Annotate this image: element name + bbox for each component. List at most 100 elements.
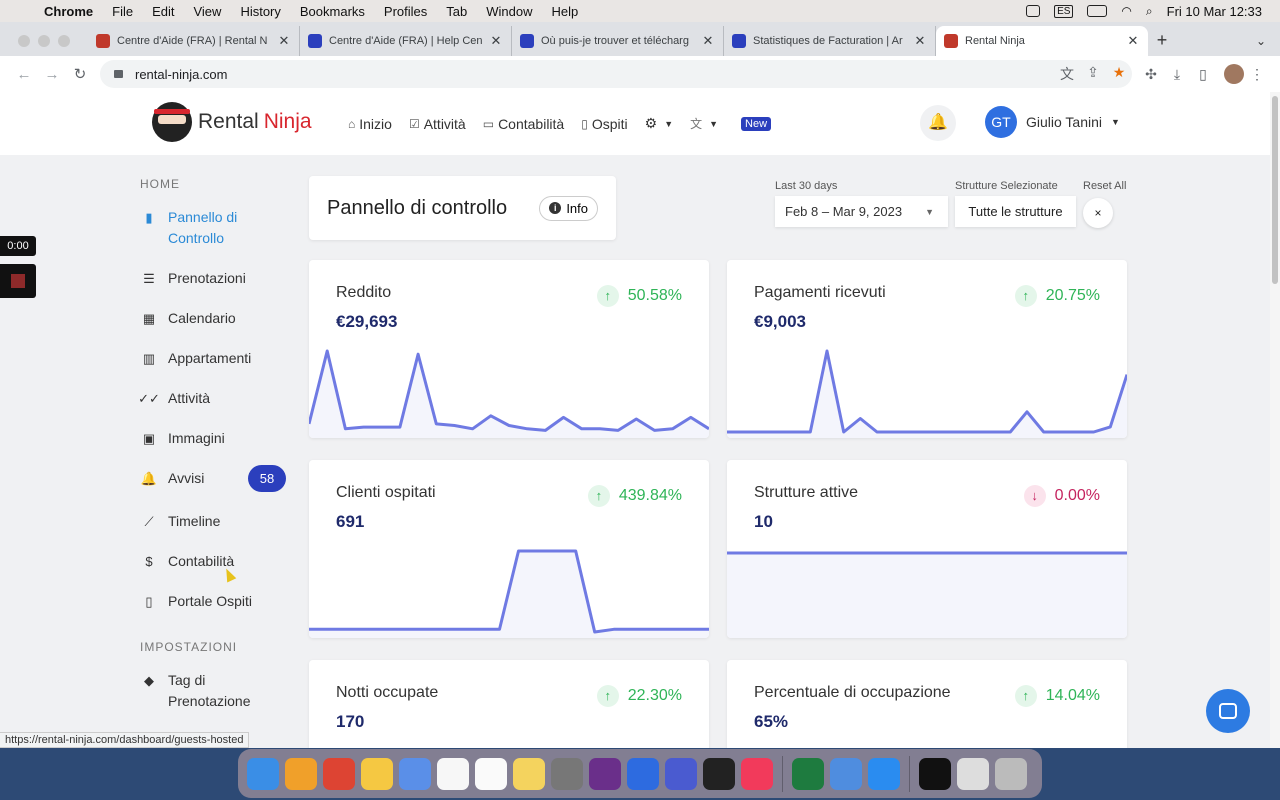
close-tab-icon[interactable]: ✕ bbox=[701, 33, 715, 49]
browser-tab[interactable]: Statistiques de Facturation | Ar ✕ bbox=[724, 26, 936, 56]
info-button[interactable]: i Info bbox=[539, 195, 598, 221]
reset-all-button[interactable]: × bbox=[1083, 198, 1113, 228]
menu-item-bookmarks[interactable]: Bookmarks bbox=[300, 4, 365, 19]
menu-item-file[interactable]: File bbox=[112, 4, 133, 19]
menu-item-help[interactable]: Help bbox=[552, 4, 579, 19]
sidebar-item-calendario[interactable]: ▦ Calendario bbox=[140, 308, 280, 329]
user-menu[interactable]: GT Giulio Tanini ▼ bbox=[985, 106, 1120, 138]
screen-mirror-icon[interactable] bbox=[1026, 5, 1041, 17]
nav-inizio[interactable]: ⌂ Inizio bbox=[348, 116, 392, 132]
browser-tab[interactable]: Rental Ninja ✕ bbox=[936, 26, 1148, 56]
sidebar-item-prenotazioni[interactable]: ☰ Prenotazioni bbox=[140, 268, 280, 289]
side-panel-icon[interactable]: ▯ bbox=[1190, 66, 1216, 83]
dock-app-icon[interactable] bbox=[957, 757, 989, 790]
share-icon[interactable]: ⇪ bbox=[1080, 64, 1106, 84]
reload-icon[interactable]: ↻ bbox=[66, 65, 94, 83]
stat-card-clienti-ospitati[interactable]: Clienti ospitati 691 ↑ 439.84% bbox=[309, 460, 709, 638]
dock-app-icon[interactable] bbox=[830, 757, 862, 790]
downloads-icon[interactable]: ⤓ bbox=[1164, 66, 1190, 83]
close-tab-icon[interactable]: ✕ bbox=[1126, 33, 1140, 49]
notifications-bell-icon[interactable]: 🔔 bbox=[920, 105, 956, 141]
page-scrollbar[interactable] bbox=[1270, 92, 1280, 748]
language-indicator[interactable]: ES bbox=[1054, 4, 1074, 18]
sidebar-item-tag-di-prenotazione[interactable]: ◆ Tag di Prenotazione bbox=[140, 670, 280, 712]
sidebar-item-appartamenti[interactable]: ▥ Appartamenti bbox=[140, 348, 280, 369]
new-tab-button[interactable]: + bbox=[1148, 26, 1176, 56]
dock-app-icon[interactable] bbox=[627, 757, 659, 790]
zoom-window-button[interactable] bbox=[58, 35, 70, 47]
dock-app-icon[interactable] bbox=[285, 757, 317, 790]
dock-app-icon[interactable] bbox=[995, 757, 1027, 790]
lock-icon[interactable] bbox=[114, 70, 123, 78]
date-range-picker[interactable]: Feb 8 – Mar 9, 2023 ▼ bbox=[775, 196, 948, 227]
battery-icon[interactable] bbox=[1087, 5, 1108, 17]
recording-stop-button[interactable] bbox=[0, 264, 36, 298]
stat-card-strutture-attive[interactable]: Strutture attive 10 ↓ 0.00% bbox=[727, 460, 1127, 638]
dock-app-icon[interactable] bbox=[741, 757, 773, 790]
translate-icon[interactable]: 文 bbox=[1054, 64, 1080, 84]
nav-contabilit[interactable]: ▭ Contabilità bbox=[483, 116, 565, 132]
browser-tab[interactable]: Centre d'Aide (FRA) | Rental N ✕ bbox=[88, 26, 300, 56]
dock-app-icon[interactable] bbox=[703, 757, 735, 790]
dock-app-icon[interactable] bbox=[792, 757, 824, 790]
close-tab-icon[interactable]: ✕ bbox=[489, 33, 503, 49]
address-bar-url[interactable]: rental-ninja.com bbox=[135, 67, 228, 82]
new-badge[interactable]: New bbox=[741, 116, 772, 131]
chat-launcher-button[interactable] bbox=[1206, 689, 1250, 733]
extensions-icon[interactable]: ✣ bbox=[1138, 66, 1164, 83]
dock-app-icon[interactable] bbox=[399, 757, 431, 790]
browser-profile-avatar[interactable] bbox=[1224, 64, 1244, 84]
browser-tab[interactable]: Où puis-je trouver et télécharg ✕ bbox=[512, 26, 724, 56]
menu-item-history[interactable]: History bbox=[240, 4, 280, 19]
forward-icon[interactable]: → bbox=[38, 66, 66, 83]
sidebar-item-contabilit-[interactable]: $ Contabilità bbox=[140, 551, 280, 572]
sidebar-item-timeline[interactable]: ⟋ Timeline bbox=[140, 511, 280, 532]
dock-app-icon[interactable] bbox=[551, 757, 583, 790]
structures-select[interactable]: Tutte le strutture bbox=[955, 196, 1076, 227]
menu-item-window[interactable]: Window bbox=[486, 4, 532, 19]
dock-app-icon[interactable] bbox=[323, 757, 355, 790]
spotlight-search-icon[interactable]: ⌕ bbox=[1146, 4, 1153, 19]
chrome-menu-icon[interactable]: ⋮ bbox=[1244, 66, 1270, 83]
stat-card-notti-occupate[interactable]: Notti occupate 170 ↑ 22.30% bbox=[309, 660, 709, 748]
sidebar-item-portale-ospiti[interactable]: ▯ Portale Ospiti bbox=[140, 591, 280, 612]
nav-ospiti[interactable]: ▯ Ospiti bbox=[581, 116, 627, 132]
stat-card-pagamenti-ricevuti[interactable]: Pagamenti ricevuti €9,003 ↑ 20.75% bbox=[727, 260, 1127, 438]
dock-app-icon[interactable] bbox=[665, 757, 697, 790]
minimize-window-button[interactable] bbox=[38, 35, 50, 47]
menu-app-name[interactable]: Chrome bbox=[44, 4, 93, 19]
browser-tab[interactable]: Centre d'Aide (FRA) | Help Cen ✕ bbox=[300, 26, 512, 56]
sidebar-item-avvisi[interactable]: 🔔 Avvisi 58 bbox=[140, 465, 286, 492]
sidebar-item-attivit-[interactable]: ✓✓ Attività bbox=[138, 388, 280, 409]
nav-attivit[interactable]: ☑ Attività bbox=[409, 116, 466, 132]
dock-app-icon[interactable] bbox=[513, 757, 545, 790]
sidebar-item-immagini[interactable]: ▣ Immagini bbox=[140, 428, 280, 449]
menubar-clock[interactable]: Fri 10 Mar 12:33 bbox=[1167, 4, 1262, 19]
address-bar[interactable]: rental-ninja.com 文 ⇪ ★ bbox=[100, 60, 1132, 88]
dock-app-icon[interactable] bbox=[475, 757, 507, 790]
dock-app-icon[interactable] bbox=[589, 757, 621, 790]
rental-ninja-logo[interactable]: Rental Ninja bbox=[152, 102, 312, 142]
close-tab-icon[interactable]: ✕ bbox=[277, 33, 291, 49]
menu-item-tab[interactable]: Tab bbox=[446, 4, 467, 19]
dock-app-icon[interactable] bbox=[437, 757, 469, 790]
menu-item-profiles[interactable]: Profiles bbox=[384, 4, 427, 19]
close-tab-icon[interactable]: ✕ bbox=[913, 33, 927, 49]
dock-app-icon[interactable] bbox=[868, 757, 900, 790]
dock-app-icon[interactable] bbox=[919, 757, 951, 790]
sidebar-item-pannello-di-controllo[interactable]: ▮ Pannello di Controllo bbox=[140, 207, 280, 249]
menu-item-view[interactable]: View bbox=[193, 4, 221, 19]
dock-app-icon[interactable] bbox=[361, 757, 393, 790]
bookmark-star-icon[interactable]: ★ bbox=[1106, 64, 1132, 84]
settings-dropdown[interactable]: ⚙ ▼ bbox=[645, 115, 673, 132]
stat-card-percentuale-di-occupazione[interactable]: Percentuale di occupazione 65% ↑ 14.04% bbox=[727, 660, 1127, 748]
tab-search-icon[interactable]: ⌄ bbox=[1256, 34, 1266, 48]
back-icon[interactable]: ← bbox=[10, 66, 38, 83]
close-window-button[interactable] bbox=[18, 35, 30, 47]
dock-app-icon[interactable] bbox=[247, 757, 279, 790]
language-dropdown[interactable]: 文 ▼ bbox=[690, 115, 718, 132]
wifi-icon[interactable]: ◠ bbox=[1121, 4, 1131, 18]
scrollbar-thumb[interactable] bbox=[1272, 96, 1278, 284]
stat-card-reddito[interactable]: Reddito €29,693 ↑ 50.58% bbox=[309, 260, 709, 438]
menu-item-edit[interactable]: Edit bbox=[152, 4, 174, 19]
